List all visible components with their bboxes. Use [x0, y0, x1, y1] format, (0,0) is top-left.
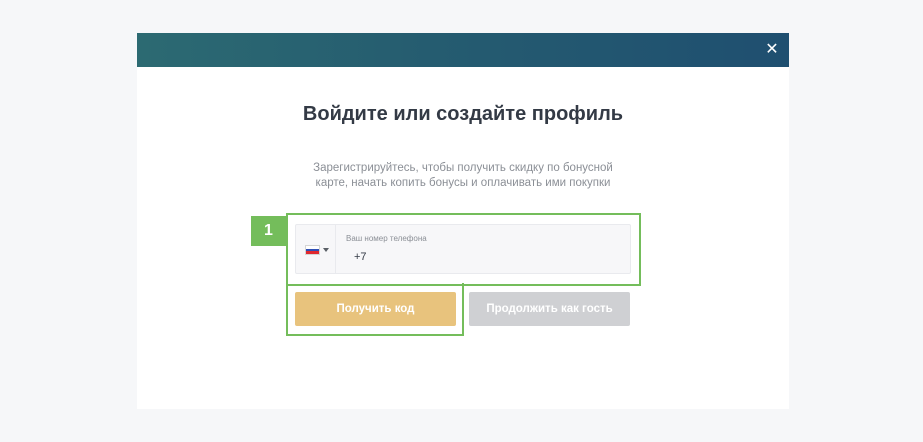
- page-title: Войдите или создайте профиль: [302, 103, 624, 125]
- continue-as-guest-button[interactable]: Продолжить как гость: [469, 292, 630, 326]
- country-select[interactable]: [296, 225, 336, 273]
- step-badge: 1: [251, 216, 286, 246]
- subtitle-line-2: карте, начать копить бонусы и оплачивать…: [315, 177, 611, 189]
- chevron-down-icon: [323, 248, 329, 252]
- get-code-button[interactable]: Получить код: [295, 292, 456, 326]
- close-icon[interactable]: ✕: [763, 41, 781, 59]
- phone-field[interactable]: Ваш номер телефона: [295, 224, 631, 274]
- subtitle: Зарегистрируйтесь, чтобы получить скидку…: [137, 161, 789, 191]
- phone-input[interactable]: [354, 251, 614, 263]
- phone-field-label: Ваш номер телефона: [346, 234, 427, 243]
- login-modal: ✕ Войдите или создайте профиль Зарегистр…: [137, 33, 789, 409]
- ru-flag-icon: [305, 245, 320, 255]
- subtitle-line-1: Зарегистрируйтесь, чтобы получить скидку…: [313, 162, 613, 174]
- modal-header: ✕: [137, 33, 789, 67]
